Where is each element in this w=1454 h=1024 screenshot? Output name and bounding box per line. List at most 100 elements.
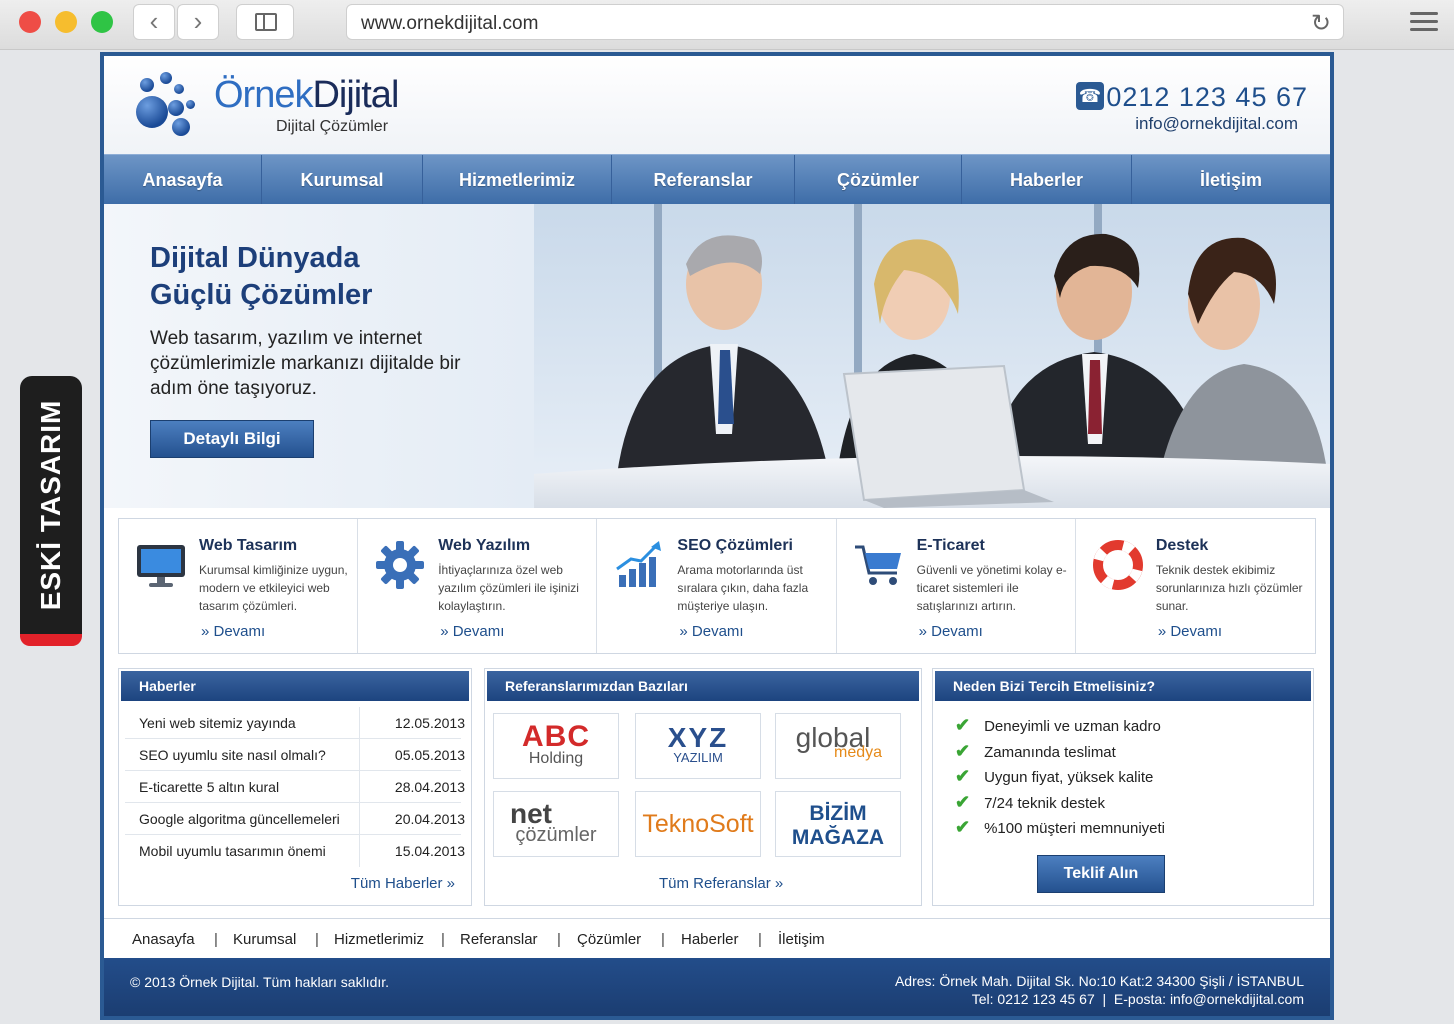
side-label-text: ESKİ TASARIM xyxy=(35,399,66,611)
footer-link-cozumler[interactable]: Çözümler xyxy=(577,931,641,948)
footer-link-kurumsal[interactable]: Kurumsal xyxy=(233,931,296,948)
gear-icon xyxy=(376,541,425,589)
reference-logo-net[interactable]: net çözümler xyxy=(493,791,619,857)
why-us-panel: Neden Bizi Tercih Etmelisiniz? ✔ Deneyiml… xyxy=(932,668,1314,906)
footer-link-referanslar[interactable]: Referanslar xyxy=(460,931,538,948)
address-bar[interactable]: www.ornekdijital.com ↻ xyxy=(346,4,1344,40)
nav-item-haberler[interactable]: Haberler xyxy=(962,155,1132,205)
service-more-link[interactable]: » Devamı xyxy=(201,623,265,640)
monitor-icon xyxy=(137,545,185,587)
reference-logo-teknosoft[interactable]: TeknoSoft xyxy=(635,791,761,857)
footer-phone-email: Tel: 0212 123 45 67 | E-posta: info@orne… xyxy=(971,991,1304,1007)
copyright-text: © 2013 Örnek Dijital. Tüm hakları saklıd… xyxy=(130,974,390,990)
service-title: Web Tasarım xyxy=(199,537,298,554)
minimize-window-button[interactable] xyxy=(55,11,77,33)
footer-address: Adres: Örnek Mah. Dijital Sk. No:10 Kat:… xyxy=(894,973,1304,989)
hero-banner: Dijital Dünyada Güçlü Çözümler Web tasar… xyxy=(104,204,1330,508)
reload-icon[interactable]: ↻ xyxy=(1311,9,1331,38)
get-quote-button[interactable]: Teklif Alın xyxy=(1037,855,1165,893)
footer-link-iletisim[interactable]: İletişim xyxy=(778,931,825,948)
chevron-right-icon: › xyxy=(193,6,203,36)
reference-logo-xyz[interactable]: XYZ YAZILIM xyxy=(635,713,761,779)
reference-logo-global[interactable]: global medya xyxy=(775,713,901,779)
website-frame: ÖrnekDijital Dijital Çözümler ☎ 0212 123… xyxy=(100,52,1334,1020)
close-window-button[interactable] xyxy=(19,11,41,33)
service-title: Web Yazılım xyxy=(438,537,531,554)
brand-name[interactable]: ÖrnekDijital xyxy=(214,74,399,117)
service-desc: Kurumsal kimliğinize uygun, modern ve et… xyxy=(199,563,348,613)
phone-icon: ☎ xyxy=(1076,82,1104,110)
details-button[interactable]: Detaylı Bilgi xyxy=(150,420,314,458)
checkmark-icon: ✔ xyxy=(955,741,971,761)
service-title: E-Ticaret xyxy=(916,537,985,554)
news-item[interactable]: Mobil uyumlu tasarımın önemi 15.04.2013 xyxy=(125,835,465,867)
service-card-e-ticaret: E-Ticaret Güvenli ve yönetimi kolay e-ti… xyxy=(837,519,1076,653)
references-panel: Referanslarımızdan Bazıları ABC Holding … xyxy=(484,668,922,906)
footer-contact: Adres: Örnek Mah. Dijital Sk. No:10 Kat:… xyxy=(895,972,1304,1008)
why-us-item: ✔ Uygun fiyat, yüksek kalite xyxy=(955,766,1154,786)
references-panel-title: Referanslarımızdan Bazıları xyxy=(487,671,919,701)
why-us-item: ✔ 7/24 teknik destek xyxy=(955,792,1106,812)
service-more-link[interactable]: » Devamı xyxy=(1158,623,1222,640)
news-item[interactable]: E-ticarette 5 altın kural 28.04.2013 xyxy=(125,771,465,803)
chevron-left-icon: ‹ xyxy=(149,6,159,36)
footer-link-haberler[interactable]: Haberler xyxy=(681,931,739,948)
growth-chart-icon xyxy=(616,541,662,587)
nav-item-anasayfa[interactable]: Anasayfa xyxy=(104,155,262,205)
service-card-web-tasarim: Web Tasarım Kurumsal kimliğinize uygun, … xyxy=(119,519,359,653)
footer-link-anasayfa[interactable]: Anasayfa xyxy=(132,931,195,948)
service-desc: İhtiyaçlarınıza özel web yazılım çözümle… xyxy=(438,563,579,613)
checkmark-icon: ✔ xyxy=(955,792,971,812)
url-text: www.ornekdijital.com xyxy=(361,13,539,34)
nav-item-hizmetlerimiz[interactable]: Hizmetlerimiz xyxy=(423,155,612,205)
nav-item-cozumler[interactable]: Çözümler xyxy=(795,155,962,205)
news-item[interactable]: Google algoritma güncellemeleri 20.04.201… xyxy=(125,803,465,835)
checkmark-icon: ✔ xyxy=(955,715,971,735)
side-label-tag: ESKİ TASARIM xyxy=(20,376,82,646)
nav-item-iletisim[interactable]: İletişim xyxy=(1132,155,1330,205)
footer-nav: Anasayfa | Kurumsal | Hizmetlerimiz | Re… xyxy=(104,918,1330,958)
why-us-panel-title: Neden Bizi Tercih Etmelisiniz? xyxy=(935,671,1311,701)
menu-icon[interactable] xyxy=(1410,12,1438,36)
why-us-item: ✔ Deneyimli ve uzman kadro xyxy=(955,715,1161,735)
service-more-link[interactable]: » Devamı xyxy=(919,623,983,640)
shopping-cart-icon xyxy=(854,545,901,585)
reference-logo-bizim-magaza[interactable]: BİZİM MAĞAZA xyxy=(775,791,901,857)
service-title: SEO Çözümleri xyxy=(677,537,793,554)
maximize-window-button[interactable] xyxy=(91,11,113,33)
forward-button[interactable]: › xyxy=(177,4,219,40)
lifebuoy-icon xyxy=(1092,540,1143,590)
sidebar-icon xyxy=(255,13,277,31)
site-footer: © 2013 Örnek Dijital. Tüm hakları saklıd… xyxy=(104,958,1330,1016)
site-header: ÖrnekDijital Dijital Çözümler ☎ 0212 123… xyxy=(104,56,1330,154)
nav-item-kurumsal[interactable]: Kurumsal xyxy=(262,155,423,205)
service-more-link[interactable]: » Devamı xyxy=(440,623,504,640)
hero-text: Web tasarım, yazılım ve internet çözümle… xyxy=(150,328,461,399)
service-card-seo: SEO Çözümleri Arama motorlarında üst sır… xyxy=(597,519,837,653)
services-row: Web Tasarım Kurumsal kimliğinize uygun, … xyxy=(118,518,1316,654)
brand-tagline: Dijital Çözümler xyxy=(276,118,389,135)
service-desc: Teknik destek ekibimiz sorunlarınıza hız… xyxy=(1155,563,1303,613)
browser-toolbar: ‹ › www.ornekdijital.com ↻ xyxy=(0,0,1454,50)
header-email[interactable]: info@ornekdijital.com xyxy=(1135,114,1298,134)
why-us-item: ✔ %100 müşteri memnuniyeti xyxy=(955,817,1166,837)
news-item[interactable]: SEO uyumlu site nasıl olmalı? 05.05.2013 xyxy=(125,739,465,771)
hero-title: Dijital Dünyada Güçlü Çözümler xyxy=(150,242,373,311)
sidebar-toggle-button[interactable] xyxy=(236,4,294,40)
footer-link-hizmetlerimiz[interactable]: Hizmetlerimiz xyxy=(334,931,424,948)
service-desc: Arama motorlarında üst sıralara çıkın, d… xyxy=(677,563,809,613)
back-button[interactable]: ‹ xyxy=(133,4,175,40)
all-references-link[interactable]: Tüm Referanslar » xyxy=(659,875,783,892)
service-more-link[interactable]: » Devamı xyxy=(679,623,743,640)
checkmark-icon: ✔ xyxy=(955,766,971,786)
service-card-destek: Destek Teknik destek ekibimiz sorunların… xyxy=(1076,519,1315,653)
reference-logo-abc[interactable]: ABC Holding xyxy=(493,713,619,779)
logo-icon[interactable] xyxy=(132,70,204,142)
service-desc: Güvenli ve yönetimi kolay e-ticaret sist… xyxy=(916,563,1067,613)
business-team-photo xyxy=(534,204,1330,508)
nav-item-referanslar[interactable]: Referanslar xyxy=(612,155,795,205)
all-news-link[interactable]: Tüm Haberler » xyxy=(351,875,455,892)
news-panel: Haberler Yeni web sitemiz yayında 12.05.2… xyxy=(118,668,472,906)
news-item[interactable]: Yeni web sitemiz yayında 12.05.2013 xyxy=(125,707,465,739)
why-us-item: ✔ Zamanında teslimat xyxy=(955,741,1116,761)
